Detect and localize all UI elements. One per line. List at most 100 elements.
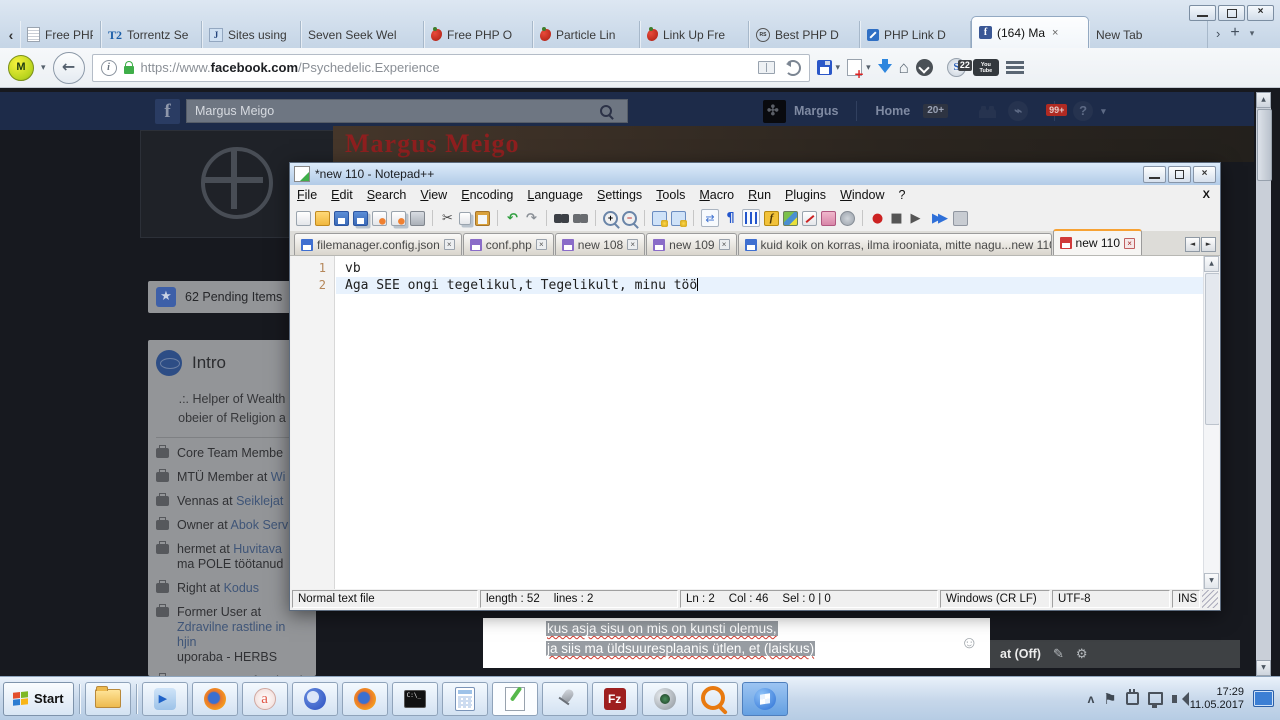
copy-icon[interactable] — [459, 212, 471, 225]
facebook-search-input[interactable] — [186, 99, 628, 123]
doc-tabs-scroll-left[interactable]: ◄ — [1185, 237, 1200, 252]
taskbar-notepadpp-button[interactable] — [492, 682, 538, 716]
scroll-up-button[interactable]: ▲ — [1256, 92, 1271, 108]
about-link[interactable]: Kodus — [224, 581, 259, 595]
taskbar-filezilla-button[interactable]: Fz — [592, 682, 638, 716]
bookmark-caret[interactable]: ▾ — [866, 62, 871, 73]
palemoon-menu-caret[interactable]: ▾ — [41, 62, 46, 73]
notepadpp-title-bar[interactable]: *new 110 - Notepad++ × — [290, 163, 1220, 185]
run-macro-multiple-icon[interactable]: ▶▶ — [927, 211, 949, 226]
tab-close-icon[interactable]: × — [444, 239, 455, 250]
function-list-icon[interactable]: f — [764, 211, 779, 226]
stop-macro-icon[interactable]: ■ — [889, 211, 904, 226]
reader-mode-icon[interactable] — [758, 61, 775, 74]
show-all-chars-icon[interactable]: ¶ — [723, 211, 738, 226]
editor-scroll-up[interactable]: ▲ — [1204, 256, 1219, 272]
taskbar-explorer-button[interactable] — [85, 682, 131, 716]
close-doc-icon[interactable] — [372, 211, 387, 226]
chat-bar[interactable]: at (Off) ✎ ⚙ — [990, 640, 1240, 668]
save-macro-icon[interactable] — [953, 211, 968, 226]
account-caret[interactable]: ▾ — [1101, 106, 1106, 117]
taskbar-firefox2-button[interactable] — [342, 682, 388, 716]
menu-edit[interactable]: Edit — [324, 188, 360, 202]
cut-icon[interactable]: ✂ — [440, 211, 455, 226]
about-link[interactable]: Seiklejat — [236, 494, 283, 508]
facebook-logo[interactable]: f — [155, 99, 180, 124]
menu-search[interactable]: Search — [360, 188, 414, 202]
tray-clock[interactable]: 17:29 11.05.2017 — [1190, 686, 1244, 712]
record-macro-icon[interactable]: ● — [870, 211, 885, 226]
zoom-out-icon[interactable]: − — [622, 211, 637, 226]
save-icon[interactable] — [334, 211, 349, 226]
save-page-icon[interactable] — [817, 60, 832, 75]
menu-file[interactable]: File — [290, 188, 324, 202]
url-bar[interactable]: i https://www.facebook.com/Psychedelic.E… — [92, 54, 810, 82]
browser-tab[interactable]: PHP Link D — [860, 21, 971, 48]
browser-tab[interactable]: Seven Seek Wel — [301, 21, 424, 48]
redo-icon[interactable]: ↷ — [524, 211, 539, 226]
nav-profile-name[interactable]: Margus — [794, 104, 838, 118]
menu-plugins[interactable]: Plugins — [778, 188, 833, 202]
tab-close-icon[interactable]: × — [627, 239, 638, 250]
tab-overflow-left-button[interactable]: ‹ — [2, 22, 20, 48]
browser-tab-active-facebook[interactable]: f(164) Ma× — [971, 16, 1089, 48]
browser-tab[interactable]: T2Torrentz Se — [101, 21, 202, 48]
chat-compose-icon[interactable]: ✎ — [1053, 646, 1064, 662]
menu-view[interactable]: View — [413, 188, 454, 202]
search-icon[interactable] — [600, 105, 612, 117]
browser-tab[interactable]: Free PHP O — [424, 21, 533, 48]
npp-maximize-button[interactable] — [1168, 166, 1191, 183]
chat-settings-gear-icon[interactable]: ⚙ — [1076, 646, 1088, 662]
about-link[interactable]: Abok Serv — [231, 518, 289, 532]
editor-scrollbar[interactable]: ▲ ▼ — [1203, 256, 1219, 589]
npp-close-button[interactable]: × — [1193, 166, 1216, 183]
friend-requests-icon[interactable] — [978, 104, 1000, 118]
npp-minimize-button[interactable] — [1143, 166, 1166, 183]
browser-tab[interactable]: Particle Lin — [533, 21, 640, 48]
save-all-icon[interactable] — [353, 211, 368, 226]
browser-tab-new-tab[interactable]: New Tab — [1089, 21, 1208, 48]
tab-close-icon[interactable]: × — [536, 239, 547, 250]
youtube-icon[interactable]: YouTube — [973, 59, 999, 76]
taskbar-microphone-button[interactable] — [542, 682, 588, 716]
browser-tab[interactable]: JSites using — [202, 21, 301, 48]
palemoon-menu-button[interactable]: M — [8, 55, 34, 81]
folder-workspace-icon[interactable] — [821, 211, 836, 226]
about-link[interactable]: Zdravilne rastline in hjin — [177, 620, 285, 649]
doc-tab[interactable]: new 108× — [555, 233, 645, 255]
doc-tabs-scroll-right[interactable]: ► — [1201, 237, 1216, 252]
taskbar-media-player-button[interactable] — [142, 682, 188, 716]
browser-tab[interactable]: RSBest PHP D — [749, 21, 860, 48]
window-resize-grip[interactable] — [1202, 590, 1218, 608]
taskbar-firefox-button[interactable] — [192, 682, 238, 716]
taskbar-calculator-button[interactable] — [442, 682, 488, 716]
menu-macro[interactable]: Macro — [692, 188, 741, 202]
editor-scrollbar-thumb[interactable] — [1205, 273, 1219, 425]
back-button[interactable]: ← — [53, 52, 85, 84]
about-link[interactable]: Wi — [271, 470, 286, 484]
zoom-in-icon[interactable]: + — [603, 211, 618, 226]
document-map-icon[interactable] — [783, 211, 798, 226]
help-icon[interactable]: ? — [1073, 101, 1093, 121]
hidden-icons-chevron[interactable]: ʌ — [1088, 692, 1095, 706]
doc-tab-active[interactable]: new 110× — [1053, 229, 1142, 255]
power-plug-icon[interactable] — [1126, 692, 1139, 705]
doc-tab[interactable]: new 109× — [646, 233, 736, 255]
print-icon[interactable] — [410, 211, 425, 226]
tab-close-icon[interactable]: × — [1052, 27, 1058, 39]
profile-avatar[interactable] — [763, 100, 786, 123]
url-text[interactable]: https://www.facebook.com/Psychedelic.Exp… — [141, 60, 440, 75]
sync-horizontal-scroll-icon[interactable] — [671, 211, 686, 226]
menu-window[interactable]: Window — [833, 188, 891, 202]
tab-list-caret[interactable]: ▾ — [1250, 28, 1255, 39]
bookmark-add-icon[interactable] — [847, 59, 862, 76]
comment-input-box[interactable]: kus asja sisu on mis on kunsti olemus, j… — [483, 618, 990, 668]
new-tab-button[interactable]: + — [1230, 24, 1239, 42]
start-button[interactable]: Start — [3, 682, 74, 716]
show-desktop-button[interactable] — [1253, 690, 1274, 707]
doc-tab[interactable]: conf.php× — [463, 233, 554, 255]
doc-tab[interactable]: kuid koik on korras, ilma irooniata, mit… — [738, 233, 1052, 255]
nav-home-link[interactable]: Home — [875, 104, 910, 118]
reload-icon[interactable] — [785, 60, 801, 76]
menu-tools[interactable]: Tools — [649, 188, 692, 202]
